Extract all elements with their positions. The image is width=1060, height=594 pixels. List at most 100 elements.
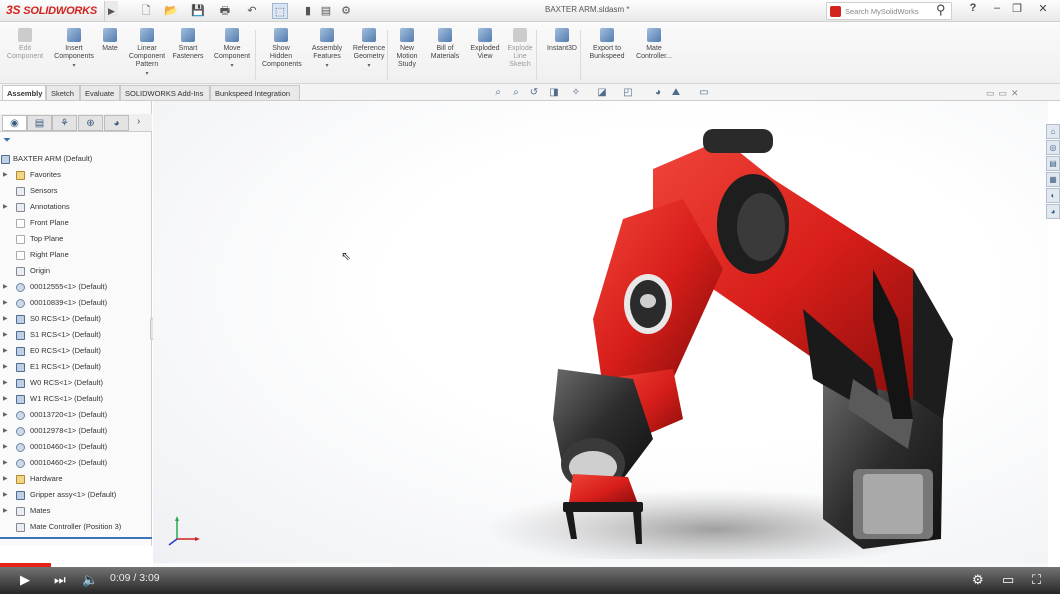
search-input[interactable]: Search MySolidWorks: [826, 2, 952, 20]
solidworks-logo[interactable]: 3S SOLIDWORKS: [6, 3, 97, 17]
view-settings-icon[interactable]: ▭: [698, 86, 710, 99]
tree-item[interactable]: Sensors: [0, 183, 152, 199]
expand-arrow-icon[interactable]: ▶: [3, 199, 8, 215]
zoom-to-fit-icon[interactable]: ⌕: [492, 86, 504, 99]
panel-tabs-scroll-icon[interactable]: ›: [137, 116, 140, 127]
volume-icon[interactable]: 🔈: [82, 572, 98, 588]
zoom-to-area-icon[interactable]: ⌕: [510, 86, 522, 99]
tree-item[interactable]: ▶ 00010460<2> (Default): [0, 455, 152, 471]
command-insert-components[interactable]: Insert Components ▾: [54, 28, 94, 70]
tree-item[interactable]: Mate Controller (Position 3): [0, 519, 152, 535]
tree-item[interactable]: Top Plane: [0, 231, 152, 247]
dropdown-arrow-icon[interactable]: ▾: [54, 62, 94, 70]
expand-arrow-icon[interactable]: ▶: [3, 455, 8, 471]
command-instant3d[interactable]: Instant3D: [544, 28, 580, 53]
dropdown-arrow-icon[interactable]: ▾: [310, 62, 344, 70]
design-library-task-icon[interactable]: ▤: [1046, 156, 1060, 171]
tree-item[interactable]: ▶ 00012978<1> (Default): [0, 423, 152, 439]
tab-bunkspeed-integration[interactable]: Bunkspeed Integration: [210, 85, 300, 100]
tab-evaluate[interactable]: Evaluate: [80, 85, 120, 100]
expand-arrow-icon[interactable]: ▶: [3, 295, 8, 311]
expand-arrow-icon[interactable]: ▶: [3, 423, 8, 439]
search-icon[interactable]: ⚲: [936, 2, 946, 18]
expand-arrow-icon[interactable]: ▶: [3, 487, 8, 503]
file-explorer-task-icon[interactable]: ▦: [1046, 172, 1060, 187]
command-linear-component-pattern[interactable]: Linear Component Pattern ▾: [128, 28, 166, 78]
appearance-icon[interactable]: ◕: [652, 86, 664, 99]
filter-icon[interactable]: ⏷: [3, 135, 11, 146]
tree-item[interactable]: ▶ 00013720<1> (Default): [0, 407, 152, 423]
tab-sketch[interactable]: Sketch: [46, 85, 80, 100]
expand-arrow-icon[interactable]: ▶: [3, 327, 8, 343]
previous-view-icon[interactable]: ↺: [528, 86, 540, 99]
fullscreen-icon[interactable]: ⛶: [1032, 572, 1041, 588]
tree-item[interactable]: ▶ 00010839<1> (Default): [0, 295, 152, 311]
tree-item[interactable]: Front Plane: [0, 215, 152, 231]
command-reference-geometry[interactable]: Reference Geometry ▾: [350, 28, 388, 70]
tree-item[interactable]: Right Plane: [0, 247, 152, 263]
section-view-icon[interactable]: ◨: [548, 86, 560, 99]
expand-arrow-icon[interactable]: ▶: [3, 471, 8, 487]
expand-arrow-icon[interactable]: ▶: [3, 343, 8, 359]
command-assembly-features[interactable]: Assembly Features ▾: [310, 28, 344, 70]
command-edit-component[interactable]: Edit Component: [4, 28, 46, 61]
tree-item[interactable]: ▶ Favorites: [0, 167, 152, 183]
expand-arrow-icon[interactable]: ▶: [3, 503, 8, 519]
undo-icon[interactable]: ↶: [244, 3, 260, 19]
tree-item[interactable]: ▶ Gripper assy<1> (Default): [0, 487, 152, 503]
dropdown-arrow-icon[interactable]: ▾: [210, 62, 254, 70]
command-export-to-bunkspeed[interactable]: Export to Bunkspeed: [586, 28, 628, 61]
appearances-task-icon[interactable]: ◕: [1046, 204, 1060, 219]
command-show-hidden-components[interactable]: Show Hidden Components: [262, 28, 302, 69]
panel-splitter[interactable]: [0, 537, 152, 539]
new-document-icon[interactable]: 🗋: [138, 3, 154, 19]
tree-root[interactable]: BAXTER ARM (Default): [0, 151, 152, 167]
file-properties-icon[interactable]: ▤: [318, 3, 334, 19]
settings-gear-icon[interactable]: ⚙: [972, 572, 984, 588]
resources-task-icon[interactable]: ◎: [1046, 140, 1060, 155]
tree-item[interactable]: ▶ Mates: [0, 503, 152, 519]
display-manager-tab-icon[interactable]: ◕: [104, 115, 129, 131]
minimize-button[interactable]: –: [990, 2, 1004, 14]
command-mate-controller[interactable]: Mate Controller...: [632, 28, 676, 61]
select-icon[interactable]: ⬚: [272, 3, 288, 19]
help-icon[interactable]: ?: [966, 2, 980, 14]
tree-item[interactable]: Origin: [0, 263, 152, 279]
tree-item[interactable]: ▶ E0 RCS<1> (Default): [0, 343, 152, 359]
expand-arrow-icon[interactable]: ▶: [3, 311, 8, 327]
view-orientation-icon[interactable]: ◪: [596, 86, 608, 99]
theater-mode-icon[interactable]: ▭: [1002, 572, 1014, 588]
graphics-area[interactable]: ⇖: [153, 101, 1048, 567]
expand-arrow-icon[interactable]: ▶: [3, 375, 8, 391]
command-new-motion-study[interactable]: New Motion Study: [392, 28, 422, 69]
play-button[interactable]: ▶: [20, 572, 30, 588]
dimxpert-tab-icon[interactable]: ⊕: [78, 115, 103, 131]
expand-arrow-icon[interactable]: ▶: [3, 439, 8, 455]
feature-manager-tab-icon[interactable]: ◉: [2, 115, 27, 131]
menu-expand-arrow[interactable]: ▶: [104, 1, 118, 21]
command-mate[interactable]: Mate: [98, 28, 122, 53]
save-icon[interactable]: 💾: [190, 3, 206, 19]
dynamic-annotation-icon[interactable]: ✧: [570, 86, 582, 99]
dropdown-arrow-icon[interactable]: ▾: [128, 70, 166, 78]
close-button[interactable]: ✕: [1036, 2, 1050, 15]
command-explode-line-sketch[interactable]: Explode Line Sketch: [504, 28, 536, 69]
tree-item[interactable]: ▶ W0 RCS<1> (Default): [0, 375, 152, 391]
tree-item[interactable]: ▶ E1 RCS<1> (Default): [0, 359, 152, 375]
rebuild-icon[interactable]: ▮: [300, 3, 316, 19]
expand-arrow-icon[interactable]: ▶: [3, 359, 8, 375]
options-icon[interactable]: ⚙: [338, 3, 354, 19]
tree-item[interactable]: ▶ Hardware: [0, 471, 152, 487]
expand-arrow-icon[interactable]: ▶: [3, 407, 8, 423]
home-task-icon[interactable]: ⌂: [1046, 124, 1060, 139]
tab-assembly[interactable]: Assembly: [2, 85, 46, 100]
tree-item[interactable]: ▶ W1 RCS<1> (Default): [0, 391, 152, 407]
command-bill-of-materials[interactable]: Bill of Materials: [428, 28, 462, 61]
tree-item[interactable]: ▶ Annotations: [0, 199, 152, 215]
expand-arrow-icon[interactable]: ▶: [3, 391, 8, 407]
next-button[interactable]: ⏭: [54, 572, 66, 588]
view-palette-task-icon[interactable]: ◐: [1046, 188, 1060, 203]
open-document-icon[interactable]: 📂: [163, 3, 179, 19]
scene-icon[interactable]: ⛰: [670, 86, 682, 99]
tab-solidworks-add-ins[interactable]: SOLIDWORKS Add-Ins: [120, 85, 210, 100]
